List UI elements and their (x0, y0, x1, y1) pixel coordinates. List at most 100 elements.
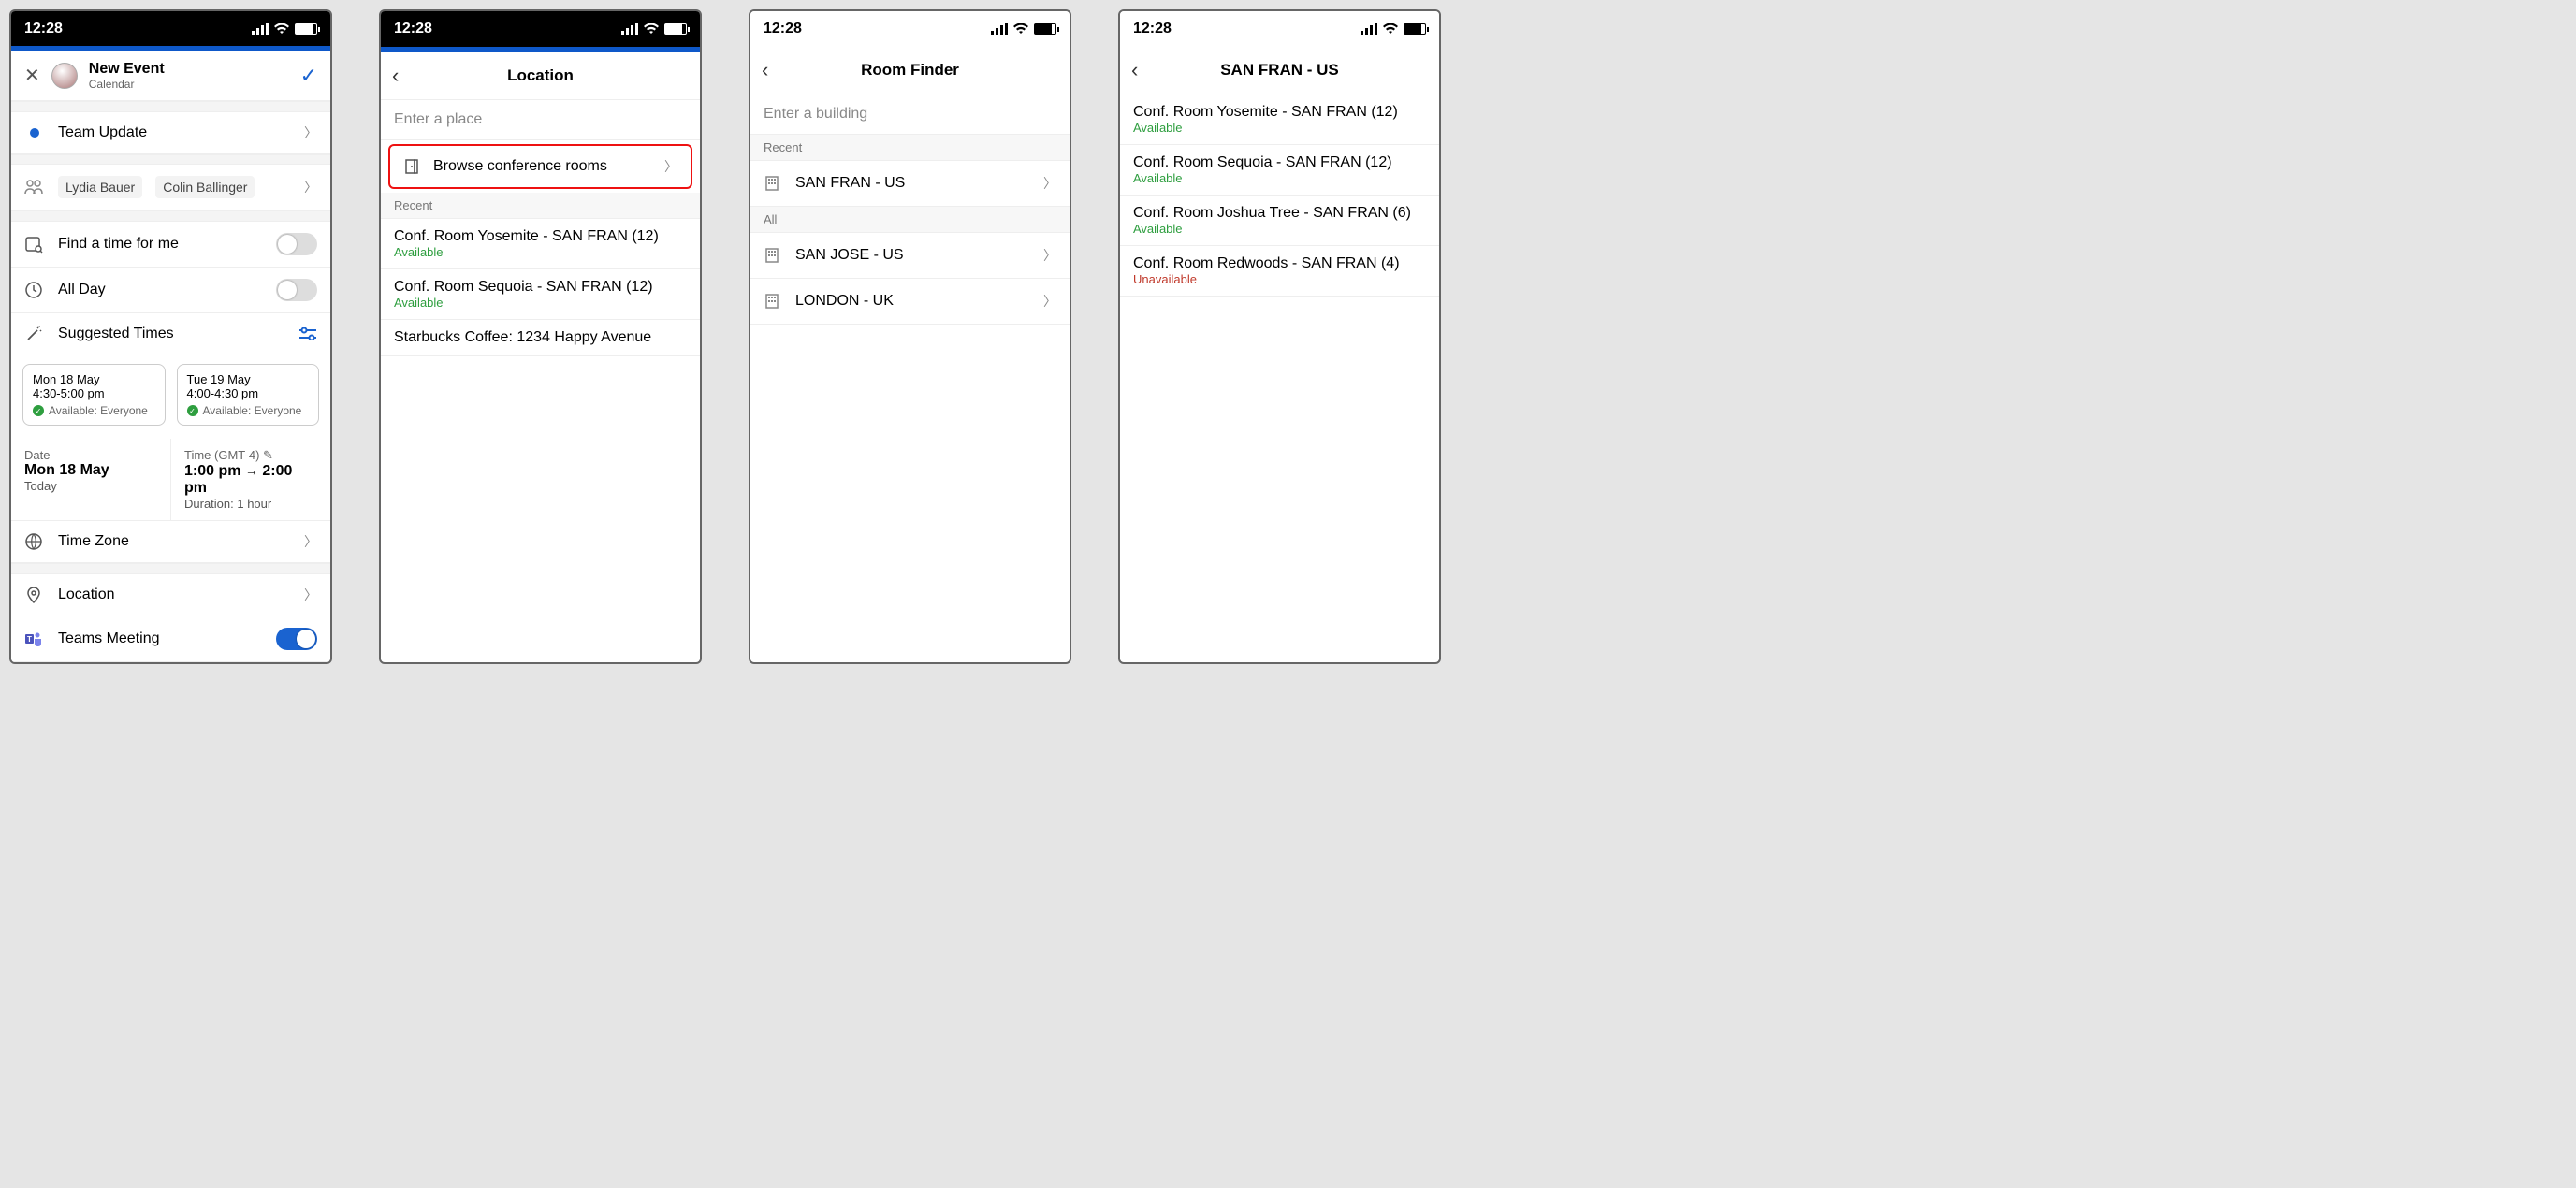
battery-icon (1034, 23, 1056, 35)
status-bar: 12:28 (1120, 11, 1439, 47)
wifi-icon (274, 23, 289, 35)
recent-room-item[interactable]: Conf. Room Yosemite - SAN FRAN (12) Avai… (381, 219, 700, 269)
status-icons (991, 23, 1056, 35)
location-label: Location (58, 587, 115, 603)
room-name: Conf. Room Redwoods - SAN FRAN (4) (1133, 255, 1426, 272)
attendee-chip[interactable]: Lydia Bauer (58, 176, 142, 198)
room-item[interactable]: Conf. Room Sequoia - SAN FRAN (12) Avail… (1120, 145, 1439, 196)
svg-text:T: T (27, 635, 32, 644)
room-item[interactable]: Conf. Room Yosemite - SAN FRAN (12) Avai… (1120, 94, 1439, 145)
status-icons (252, 23, 317, 35)
all-day-label: All Day (58, 282, 106, 298)
teams-meeting-row[interactable]: T Teams Meeting (11, 616, 330, 662)
people-icon (24, 180, 45, 195)
section-recent: Recent (381, 193, 700, 219)
status-bar: 12:28 (11, 11, 330, 46)
battery-icon (295, 23, 317, 35)
screen-location: 12:28 ‹ Location Enter a place Browse co… (379, 9, 702, 664)
card-date: Mon 18 May (33, 372, 155, 386)
battery-icon (664, 23, 687, 35)
teams-label: Teams Meeting (58, 630, 160, 647)
find-time-row[interactable]: Find a time for me (11, 222, 330, 268)
status-icons (621, 23, 687, 35)
signal-icon (252, 23, 269, 35)
signal-icon (621, 23, 638, 35)
chevron-right-icon: 〉 (1043, 174, 1056, 193)
suggested-slot-card[interactable]: Tue 19 May 4:00-4:30 pm ✓Available: Ever… (177, 364, 320, 426)
divider (11, 101, 330, 112)
chevron-right-icon: 〉 (304, 586, 317, 604)
card-date: Tue 19 May (187, 372, 310, 386)
status-bar: 12:28 (750, 11, 1070, 47)
date-label: Date (24, 448, 157, 462)
teams-icon: T (24, 630, 45, 648)
signal-icon (991, 23, 1008, 35)
screen-new-event: 12:28 ✕ New Event Calendar ✓ Team Update… (9, 9, 332, 664)
duration: Duration: 1 hour (184, 497, 317, 511)
place-name: Starbucks Coffee: 1234 Happy Avenue (394, 329, 687, 346)
filter-icon[interactable] (298, 327, 317, 340)
calendar-search-icon (24, 235, 45, 254)
page-title: Location (392, 66, 689, 85)
clock-icon (24, 281, 45, 299)
all-day-toggle[interactable] (276, 279, 317, 301)
wifi-icon (1383, 23, 1398, 35)
room-status: Available (394, 245, 687, 259)
suggested-slot-card[interactable]: Mon 18 May 4:30-5:00 pm ✓Available: Ever… (22, 364, 166, 426)
building-search-input[interactable]: Enter a building (750, 94, 1070, 135)
card-availability: Available: Everyone (203, 404, 302, 417)
all-day-row[interactable]: All Day (11, 268, 330, 313)
date-value: Mon 18 May (24, 462, 157, 479)
chevron-right-icon: 〉 (1043, 246, 1056, 265)
room-item[interactable]: Conf. Room Redwoods - SAN FRAN (4) Unava… (1120, 246, 1439, 297)
divider (11, 154, 330, 166)
building-name: SAN JOSE - US (795, 247, 904, 264)
close-icon[interactable]: ✕ (24, 64, 40, 87)
date-time-row[interactable]: Date Mon 18 May Today Time (GMT-4) ✎ 1:0… (11, 439, 330, 521)
signal-icon (1361, 23, 1377, 35)
location-row[interactable]: Location 〉 (11, 574, 330, 616)
recent-room-item[interactable]: Conf. Room Sequoia - SAN FRAN (12) Avail… (381, 269, 700, 320)
card-time: 4:00-4:30 pm (187, 386, 310, 400)
building-icon (764, 247, 782, 264)
teams-toggle[interactable] (276, 628, 317, 650)
place-search-input[interactable]: Enter a place (381, 100, 700, 140)
attendee-chip[interactable]: Colin Ballinger (155, 176, 255, 198)
confirm-check-icon[interactable]: ✓ (300, 64, 317, 88)
check-circle-icon: ✓ (33, 405, 44, 416)
suggested-times-row[interactable]: Suggested Times (11, 313, 330, 355)
building-name: SAN FRAN - US (795, 175, 905, 192)
location-pin-icon (24, 586, 45, 604)
event-title-row[interactable]: Team Update 〉 (11, 112, 330, 154)
recent-place-item[interactable]: Starbucks Coffee: 1234 Happy Avenue (381, 320, 700, 356)
building-item[interactable]: SAN FRAN - US 〉 (750, 161, 1070, 207)
chevron-right-icon: 〉 (664, 157, 677, 176)
suggested-times-label: Suggested Times (58, 326, 174, 342)
building-icon (764, 293, 782, 310)
timezone-row[interactable]: Time Zone 〉 (11, 521, 330, 563)
chevron-right-icon: 〉 (304, 178, 317, 196)
date-sub: Today (24, 479, 157, 493)
status-time: 12:28 (1133, 21, 1172, 37)
arrow-right-icon: → (245, 463, 258, 478)
room-status: Unavailable (1133, 272, 1426, 286)
room-name: Conf. Room Sequoia - SAN FRAN (12) (1133, 154, 1426, 171)
page-title: Room Finder (762, 61, 1058, 80)
building-item[interactable]: LONDON - UK 〉 (750, 279, 1070, 325)
browse-conference-rooms-button[interactable]: Browse conference rooms 〉 (388, 144, 692, 189)
screen-building-rooms: 12:28 ‹ SAN FRAN - US Conf. Room Yosemit… (1118, 9, 1441, 664)
building-icon (764, 175, 782, 192)
status-time: 12:28 (394, 21, 432, 37)
timezone-edit-icon: ✎ (263, 448, 273, 462)
wand-icon (24, 325, 45, 343)
room-name: Conf. Room Sequoia - SAN FRAN (12) (394, 279, 687, 296)
room-status: Available (1133, 222, 1426, 236)
room-item[interactable]: Conf. Room Joshua Tree - SAN FRAN (6) Av… (1120, 196, 1439, 246)
room-name: Conf. Room Yosemite - SAN FRAN (12) (394, 228, 687, 245)
status-icons (1361, 23, 1426, 35)
time-start: 1:00 pm (184, 463, 240, 479)
nav-header: ‹ SAN FRAN - US (1120, 47, 1439, 94)
building-item[interactable]: SAN JOSE - US 〉 (750, 233, 1070, 279)
attendees-row[interactable]: Lydia Bauer Colin Ballinger 〉 (11, 165, 330, 210)
find-time-toggle[interactable] (276, 233, 317, 255)
